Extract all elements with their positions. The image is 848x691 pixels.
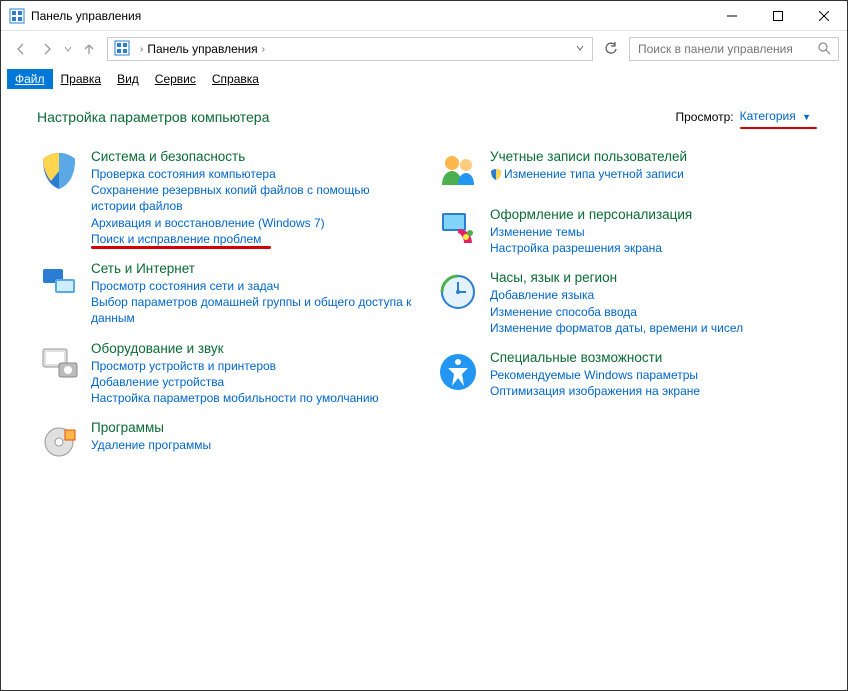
control-panel-icon — [9, 8, 25, 24]
category: Система и безопасность Проверка состояния… — [37, 149, 412, 247]
address-bar[interactable]: › Панель управления › — [107, 37, 593, 61]
content-header: Настройка параметров компьютера Просмотр… — [37, 109, 811, 125]
network-icon — [37, 261, 81, 305]
up-button[interactable] — [77, 37, 101, 61]
category-title[interactable]: Оборудование и звук — [91, 341, 379, 356]
search-box[interactable] — [629, 37, 839, 61]
programs-icon — [37, 420, 81, 464]
breadcrumb-item[interactable]: Панель управления — [147, 42, 257, 56]
viewby-label: Просмотр: — [675, 110, 733, 124]
category-link[interactable]: Проверка состояния компьютера — [91, 166, 412, 182]
viewby-dropdown[interactable]: Категория ▼ — [740, 109, 811, 125]
category-link[interactable]: Изменение темы — [490, 224, 692, 240]
back-button[interactable] — [9, 37, 33, 61]
breadcrumb-sep-icon: › — [140, 44, 143, 55]
search-icon — [818, 42, 832, 56]
category: Учетные записи пользователей Изменение ти… — [436, 149, 811, 193]
category-title[interactable]: Система и безопасность — [91, 149, 412, 164]
window: Панель управления — [0, 0, 848, 691]
menu-file[interactable]: Файл — [7, 69, 53, 89]
category: Оформление и персонализация Изменение тем… — [436, 207, 811, 256]
category: Программы Удаление программы — [37, 420, 412, 464]
category-link[interactable]: Добавление устройства — [91, 374, 379, 390]
category: Оборудование и звук Просмотр устройств и … — [37, 341, 412, 407]
menu-help[interactable]: Справка — [204, 69, 267, 89]
category-link[interactable]: Удаление программы — [91, 437, 211, 453]
category-link[interactable]: Сохранение резервных копий файлов с помо… — [91, 182, 412, 214]
category-link[interactable]: Добавление языка — [490, 287, 743, 303]
navbar: › Панель управления › — [1, 31, 847, 67]
category-link[interactable]: Просмотр устройств и принтеров — [91, 358, 379, 374]
category-title[interactable]: Сеть и Интернет — [91, 261, 412, 276]
category-body: Оформление и персонализация Изменение тем… — [490, 207, 692, 256]
right-column: Учетные записи пользователей Изменение ти… — [436, 149, 811, 478]
search-input[interactable] — [636, 41, 818, 57]
shield-icon — [37, 149, 81, 193]
category-body: Учетные записи пользователей Изменение ти… — [490, 149, 687, 193]
users-icon — [436, 149, 480, 193]
annotation-underline — [740, 127, 817, 130]
refresh-button[interactable] — [599, 37, 623, 61]
menu-tools[interactable]: Сервис — [147, 69, 204, 89]
hardware-icon — [37, 341, 81, 385]
category-body: Система и безопасность Проверка состояния… — [91, 149, 412, 247]
category-body: Программы Удаление программы — [91, 420, 211, 464]
address-dropdown-icon[interactable] — [570, 44, 590, 55]
category-title[interactable]: Часы, язык и регион — [490, 270, 743, 285]
category-body: Часы, язык и регионДобавление языкаИзмен… — [490, 270, 743, 336]
category-link[interactable]: Настройка параметров мобильности по умол… — [91, 390, 379, 406]
category-link[interactable]: Поиск и исправление проблем — [91, 231, 412, 247]
menubar: Файл Правка Вид Сервис Справка — [1, 67, 847, 91]
category-title[interactable]: Специальные возможности — [490, 350, 700, 365]
recent-dropdown[interactable] — [61, 37, 75, 61]
category-title[interactable]: Учетные записи пользователей — [490, 149, 687, 164]
viewby-value: Категория — [740, 109, 796, 123]
category-link[interactable]: Изменение способа ввода — [490, 304, 743, 320]
content-area: Настройка параметров компьютера Просмотр… — [1, 91, 847, 690]
clock-icon — [436, 270, 480, 314]
close-button[interactable] — [801, 1, 847, 31]
category-link[interactable]: Рекомендуемые Windows параметры — [490, 367, 700, 383]
category: Сеть и Интернет Просмотр состояния сети и… — [37, 261, 412, 327]
menu-edit[interactable]: Правка — [53, 69, 110, 89]
category: Специальные возможности Рекомендуемые Win… — [436, 350, 811, 399]
category-link[interactable]: Настройка разрешения экрана — [490, 240, 692, 256]
category-link[interactable]: Архивация и восстановление (Windows 7) — [91, 215, 412, 231]
category-title[interactable]: Оформление и персонализация — [490, 207, 692, 222]
category-title[interactable]: Программы — [91, 420, 211, 435]
appearance-icon — [436, 207, 480, 251]
left-column: Система и безопасность Проверка состояния… — [37, 149, 412, 478]
category-columns: Система и безопасность Проверка состояния… — [37, 149, 811, 478]
minimize-button[interactable] — [709, 1, 755, 31]
category-link[interactable]: Выбор параметров домашней группы и общег… — [91, 294, 412, 326]
titlebar: Панель управления — [1, 1, 847, 31]
access-icon — [436, 350, 480, 394]
maximize-button[interactable] — [755, 1, 801, 31]
breadcrumb-sep-icon: › — [262, 44, 265, 55]
annotation-underline — [91, 246, 271, 249]
category-link[interactable]: Изменение форматов даты, времени и чисел — [490, 320, 743, 336]
category: Часы, язык и регионДобавление языкаИзмен… — [436, 270, 811, 336]
chevron-down-icon: ▼ — [802, 112, 811, 122]
category-body: Специальные возможности Рекомендуемые Win… — [490, 350, 700, 399]
control-panel-icon — [114, 40, 132, 58]
forward-button[interactable] — [35, 37, 59, 61]
category-body: Сеть и Интернет Просмотр состояния сети и… — [91, 261, 412, 327]
category-link[interactable]: Просмотр состояния сети и задач — [91, 278, 412, 294]
category-link[interactable]: Изменение типа учетной записи — [490, 166, 687, 182]
category-link[interactable]: Оптимизация изображения на экране — [490, 383, 700, 399]
category-body: Оборудование и звук Просмотр устройств и … — [91, 341, 379, 407]
menu-view[interactable]: Вид — [109, 69, 147, 89]
window-title: Панель управления — [31, 9, 709, 23]
page-title: Настройка параметров компьютера — [37, 109, 675, 125]
